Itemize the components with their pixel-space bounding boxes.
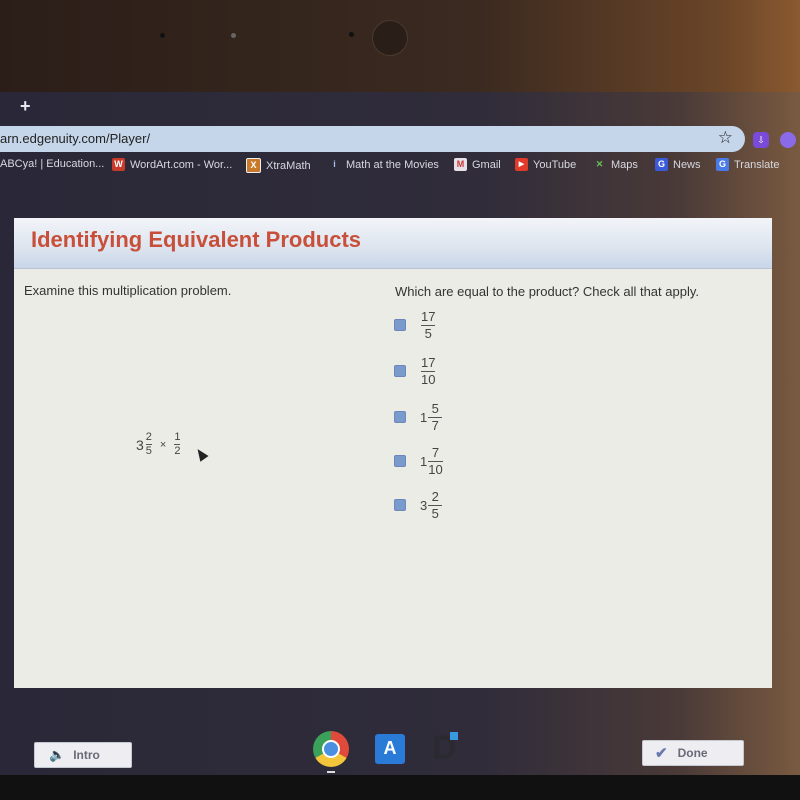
d-app-icon[interactable]: D bbox=[432, 731, 458, 765]
denominator: 7 bbox=[431, 417, 439, 433]
option-fraction: 2 5 bbox=[428, 489, 443, 521]
numerator: 1 bbox=[174, 431, 181, 443]
bookmark-math-movies[interactable]: i Math at the Movies bbox=[328, 158, 439, 171]
answer-option-3[interactable]: 1 5 7 bbox=[394, 401, 443, 433]
denominator: 5 bbox=[424, 325, 432, 341]
bookmark-maps[interactable]: ✕ Maps bbox=[593, 158, 638, 171]
bookmark-label: Maps bbox=[611, 158, 638, 171]
bookmark-xtramath[interactable]: X XtraMath bbox=[246, 158, 311, 173]
denominator: 2 bbox=[174, 445, 181, 457]
wordart-icon: W bbox=[112, 158, 125, 171]
answer-option-1[interactable]: 17 5 bbox=[394, 309, 436, 341]
bookmark-label: Gmail bbox=[472, 158, 501, 171]
mouse-cursor-icon bbox=[193, 446, 209, 462]
checkbox[interactable] bbox=[394, 411, 406, 424]
youtube-icon: ▶ bbox=[515, 158, 528, 171]
player-header: Identifying Equivalent Products bbox=[14, 218, 772, 269]
bookmark-label: ABCya! | Education... bbox=[0, 158, 105, 170]
multiplication-problem: 3 2 5 × 1 2 bbox=[136, 432, 182, 457]
answer-option-2[interactable]: 17 10 bbox=[394, 355, 436, 387]
translate-icon: G bbox=[716, 158, 729, 171]
gmail-icon: M bbox=[454, 158, 467, 171]
checkbox[interactable] bbox=[394, 319, 406, 332]
address-bar[interactable]: arn.edgenuity.com/Player/ ☆ bbox=[0, 126, 745, 152]
times-operator: × bbox=[159, 438, 167, 451]
bookmark-label: Math at the Movies bbox=[346, 158, 439, 171]
problem-whole: 3 bbox=[136, 436, 144, 453]
taskbar-shelf: A D bbox=[0, 708, 800, 776]
webcam bbox=[372, 20, 408, 56]
active-indicator bbox=[327, 771, 335, 773]
maps-icon: ✕ bbox=[595, 159, 604, 169]
sensor-dot bbox=[231, 33, 236, 38]
sensor-dot bbox=[160, 33, 165, 38]
bookmark-label: XtraMath bbox=[266, 159, 311, 172]
lesson-player: Identifying Equivalent Products Examine … bbox=[14, 218, 772, 768]
screen: + arn.edgenuity.com/Player/ ☆ ⇩ ABCya! |… bbox=[0, 92, 800, 775]
url-text[interactable]: arn.edgenuity.com/Player/ bbox=[0, 131, 150, 146]
option-whole: 3 bbox=[420, 497, 428, 513]
bookmark-gmail[interactable]: M Gmail bbox=[454, 158, 501, 171]
numerator: 5 bbox=[431, 401, 439, 416]
checkbox[interactable] bbox=[394, 499, 406, 512]
tab-strip: + bbox=[0, 92, 800, 122]
left-instruction: Examine this multiplication problem. bbox=[24, 283, 232, 298]
problem-fraction-1: 2 5 bbox=[145, 431, 152, 457]
option-whole: 1 bbox=[420, 409, 428, 425]
numerator: 7 bbox=[431, 445, 440, 460]
denominator: 10 bbox=[428, 461, 443, 477]
laptop-bottom-bezel bbox=[0, 775, 800, 800]
sensor-dot bbox=[349, 32, 354, 37]
numerator: 2 bbox=[431, 489, 439, 504]
option-fraction: 17 5 bbox=[421, 309, 436, 341]
bookmark-label: WordArt.com - Wor... bbox=[130, 158, 233, 171]
numerator: 2 bbox=[145, 431, 152, 443]
bookmark-label: News bbox=[673, 158, 701, 171]
numerator: 17 bbox=[421, 309, 436, 324]
profile-avatar[interactable] bbox=[780, 132, 796, 148]
bookmarks-bar: ABCya! | Education... W WordArt.com - Wo… bbox=[0, 158, 800, 178]
question-prompt: Which are equal to the product? Check al… bbox=[395, 284, 699, 299]
extension-icon[interactable]: ⇩ bbox=[753, 132, 769, 148]
page-title: Identifying Equivalent Products bbox=[31, 227, 362, 252]
denominator: 10 bbox=[421, 371, 436, 387]
checkbox[interactable] bbox=[394, 455, 406, 468]
denominator: 5 bbox=[431, 505, 439, 521]
bookmark-abcya[interactable]: ABCya! | Education... bbox=[0, 158, 104, 170]
option-fraction: 7 10 bbox=[428, 445, 443, 477]
option-fraction: 5 7 bbox=[428, 401, 443, 433]
bookmark-news[interactable]: G News bbox=[655, 158, 701, 171]
denominator: 5 bbox=[145, 445, 152, 457]
bookmark-translate[interactable]: G Translate bbox=[716, 158, 779, 171]
aa-app-icon[interactable]: A bbox=[375, 734, 405, 764]
bookmark-label: Translate bbox=[734, 158, 780, 171]
bookmark-youtube[interactable]: ▶ YouTube bbox=[515, 158, 576, 171]
chrome-icon[interactable] bbox=[313, 731, 349, 767]
option-whole: 1 bbox=[420, 453, 428, 469]
option-fraction: 17 10 bbox=[421, 355, 436, 387]
bookmark-star-icon[interactable]: ☆ bbox=[718, 128, 733, 148]
xtramath-icon: X bbox=[246, 158, 261, 173]
answer-option-5[interactable]: 3 2 5 bbox=[394, 489, 443, 521]
info-icon: i bbox=[333, 159, 336, 169]
answer-option-4[interactable]: 1 7 10 bbox=[394, 446, 443, 476]
bookmark-wordart[interactable]: W WordArt.com - Wor... bbox=[112, 158, 232, 171]
bookmark-label: YouTube bbox=[533, 158, 577, 171]
news-icon: G bbox=[655, 158, 668, 171]
numerator: 17 bbox=[421, 355, 436, 370]
new-tab-button[interactable]: + bbox=[20, 96, 31, 117]
laptop-bezel bbox=[0, 0, 800, 92]
checkbox[interactable] bbox=[394, 365, 406, 378]
problem-fraction-2: 1 2 bbox=[174, 431, 181, 457]
